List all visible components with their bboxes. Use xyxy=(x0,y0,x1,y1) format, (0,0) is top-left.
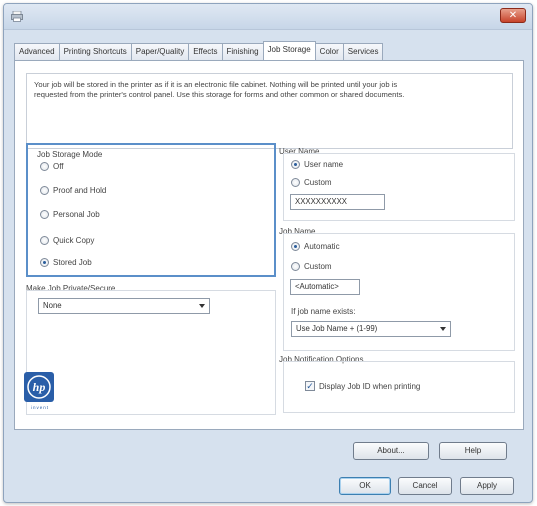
description-line-1: Your job will be stored in the printer a… xyxy=(34,80,398,89)
radio-stored-job-button[interactable] xyxy=(40,258,49,267)
description-box: Your job will be stored in the printer a… xyxy=(26,73,513,149)
radio-user-custom[interactable]: Custom xyxy=(291,178,332,187)
hp-logo-text: hp xyxy=(33,380,46,394)
job-storage-panel: Your job will be stored in the printer a… xyxy=(14,60,524,430)
radio-quick-copy-button[interactable] xyxy=(40,236,49,245)
radio-job-automatic[interactable]: Automatic xyxy=(291,242,340,251)
print-properties-dialog: ✕ Advanced Printing Shortcuts Paper/Qual… xyxy=(3,3,533,503)
radio-personal-job[interactable]: Personal Job xyxy=(40,210,100,219)
radio-quick-copy[interactable]: Quick Copy xyxy=(40,236,94,245)
radio-stored-job[interactable]: Stored Job xyxy=(40,258,92,267)
private-secure-select[interactable]: None xyxy=(38,298,210,314)
radio-proof-and-hold[interactable]: Proof and Hold xyxy=(40,186,106,195)
tab-printing-shortcuts[interactable]: Printing Shortcuts xyxy=(58,43,132,60)
radio-user-name[interactable]: User name xyxy=(291,160,343,169)
radio-user-custom-label: Custom xyxy=(304,178,332,187)
ok-button[interactable]: OK xyxy=(339,477,391,495)
job-storage-mode-group: Job Storage Mode Off Proof and Hold Pers… xyxy=(26,143,276,277)
radio-off[interactable]: Off xyxy=(40,162,64,171)
apply-button[interactable]: Apply xyxy=(460,477,514,495)
tab-finishing[interactable]: Finishing xyxy=(221,43,264,60)
close-button[interactable]: ✕ xyxy=(500,8,526,23)
cancel-button[interactable]: Cancel xyxy=(398,477,452,495)
radio-user-custom-button[interactable] xyxy=(291,178,300,187)
radio-proof-and-hold-label: Proof and Hold xyxy=(53,186,107,195)
hp-logo-icon: hp xyxy=(24,372,54,402)
hp-tagline: invent xyxy=(30,405,49,410)
display-job-id-label: Display Job ID when printing xyxy=(319,381,421,391)
tab-effects[interactable]: Effects xyxy=(188,43,223,60)
about-button[interactable]: About... xyxy=(353,442,429,460)
radio-stored-job-label: Stored Job xyxy=(53,258,92,267)
radio-job-custom[interactable]: Custom xyxy=(291,262,332,271)
radio-user-name-label: User name xyxy=(304,160,344,169)
display-job-id-option[interactable]: ✓ Display Job ID when printing xyxy=(305,381,420,391)
display-job-id-checkbox[interactable]: ✓ xyxy=(305,381,315,391)
radio-off-label: Off xyxy=(53,162,64,171)
radio-quick-copy-label: Quick Copy xyxy=(53,236,95,245)
job-name-exists-select[interactable]: Use Job Name + (1-99) xyxy=(291,321,451,337)
title-bar[interactable]: ✕ xyxy=(4,4,532,30)
radio-user-name-button[interactable] xyxy=(291,160,300,169)
printer-icon xyxy=(11,11,23,22)
help-button[interactable]: Help xyxy=(439,442,507,460)
chevron-down-icon xyxy=(440,327,446,331)
job-storage-mode-label: Job Storage Mode xyxy=(37,150,103,159)
radio-personal-job-button[interactable] xyxy=(40,210,49,219)
tab-paper-quality[interactable]: Paper/Quality xyxy=(130,43,190,60)
radio-personal-job-label: Personal Job xyxy=(53,210,100,219)
job-name-exists-label: If job name exists: xyxy=(291,307,356,316)
radio-proof-and-hold-button[interactable] xyxy=(40,186,49,195)
tab-services[interactable]: Services xyxy=(342,43,384,60)
radio-job-custom-button[interactable] xyxy=(291,262,300,271)
radio-off-button[interactable] xyxy=(40,162,49,171)
description-line-2: requested from the printer's control pan… xyxy=(34,90,405,99)
radio-job-custom-label: Custom xyxy=(304,262,332,271)
tab-color[interactable]: Color xyxy=(314,43,344,60)
job-name-exists-value: Use Job Name + (1-99) xyxy=(296,324,378,333)
radio-job-automatic-label: Automatic xyxy=(304,242,340,251)
job-name-input[interactable]: <Automatic> xyxy=(290,279,360,295)
tab-job-storage[interactable]: Job Storage xyxy=(262,41,316,60)
chevron-down-icon xyxy=(199,304,205,308)
tab-advanced[interactable]: Advanced xyxy=(14,43,60,60)
private-secure-value: None xyxy=(43,301,62,310)
tab-strip: Advanced Printing Shortcuts Paper/Qualit… xyxy=(14,41,384,60)
radio-job-automatic-button[interactable] xyxy=(291,242,300,251)
user-name-input[interactable]: XXXXXXXXXX xyxy=(290,194,385,210)
